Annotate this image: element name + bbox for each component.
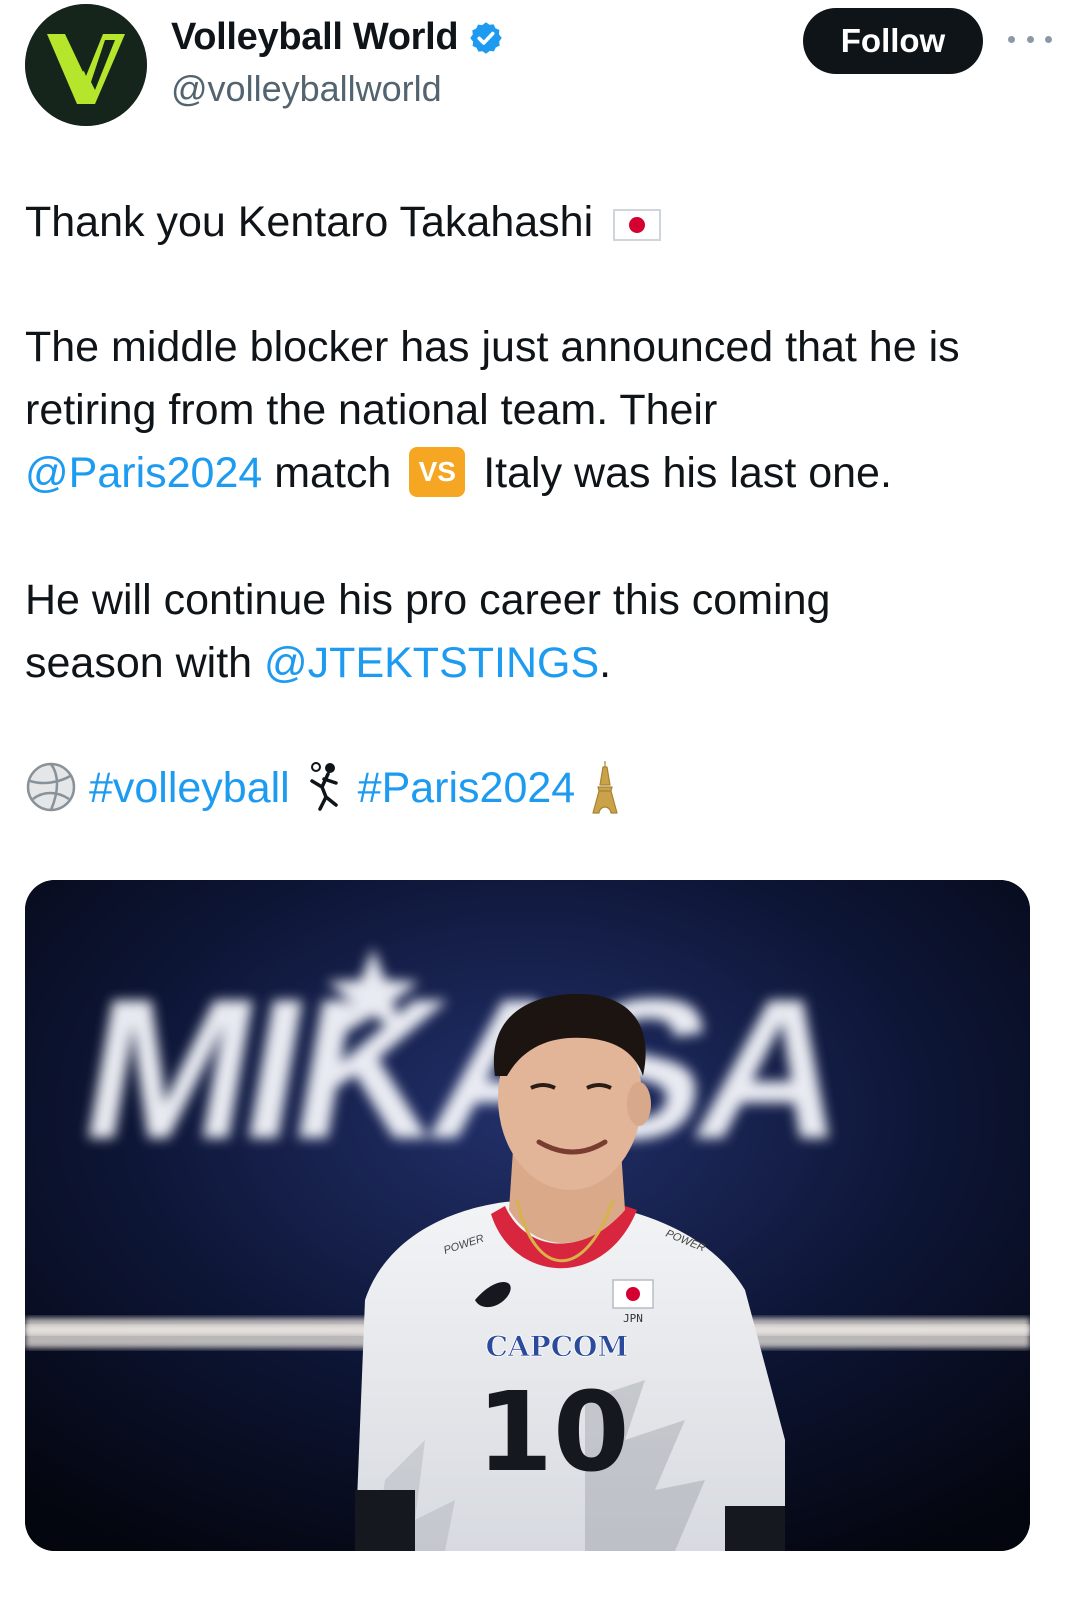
volleyball-player-icon xyxy=(309,761,338,811)
hashtag-line: #volleyball #Paris2024 xyxy=(25,760,623,819)
volleyball-world-logo-icon xyxy=(25,4,147,126)
hashtag-paris2024[interactable]: #Paris2024 xyxy=(358,764,576,812)
tweet-text-line: Thank you Kentaro Takahashi xyxy=(25,196,662,248)
tweet-text: The middle blocker has just announced th… xyxy=(25,323,960,371)
jersey-sponsor: CAPCOM xyxy=(486,1330,629,1363)
tweet-text-line: @Paris2024 match VS Italy was his last o… xyxy=(25,446,892,501)
jersey-number: 10 xyxy=(476,1368,629,1496)
tweet-text-line: He will continue his pro career this com… xyxy=(25,574,830,626)
eiffel-tower-icon xyxy=(592,760,618,814)
follow-button[interactable]: Follow xyxy=(803,8,983,74)
volleyball-icon xyxy=(26,762,76,811)
display-name[interactable]: Volleyball World xyxy=(171,16,504,59)
tweet-text: retiring from the national team. Their xyxy=(25,386,718,434)
avatar[interactable] xyxy=(25,4,147,126)
user-handle[interactable]: @volleyballworld xyxy=(171,68,442,110)
tweet-text: match xyxy=(262,449,404,497)
hashtag-volleyball[interactable]: #volleyball xyxy=(89,764,290,812)
display-name-text: Volleyball World xyxy=(171,16,459,58)
tweet-media-image[interactable]: MIKASA JPN POWER POWER CAPCOM 10 xyxy=(25,880,1030,1551)
verified-badge-icon xyxy=(470,21,503,54)
player-photo: MIKASA JPN POWER POWER CAPCOM 10 xyxy=(25,880,1030,1551)
tweet-text: He will continue his pro career this com… xyxy=(25,576,831,624)
vs-icon: VS xyxy=(409,446,466,497)
tweet-text: Thank you Kentaro Takahashi xyxy=(25,198,594,246)
tweet-text-line: retiring from the national team. Their xyxy=(25,384,717,436)
japan-flag-icon xyxy=(613,208,662,241)
mention-link-paris2024[interactable]: @Paris2024 xyxy=(25,449,262,497)
mention-link-jtektstings[interactable]: @JTEKTSTINGS xyxy=(264,639,599,687)
banner-text: MIKASA xyxy=(68,957,862,1180)
tweet-text: . xyxy=(599,639,612,687)
tweet-text-line: The middle blocker has just announced th… xyxy=(25,321,960,373)
jersey-country: JPN xyxy=(623,1312,643,1325)
tweet-text: Italy was his last one. xyxy=(471,449,892,497)
more-options-icon[interactable] xyxy=(1008,26,1052,52)
tweet-text-line: season with @JTEKTSTINGS. xyxy=(25,637,611,689)
tweet-text: season with xyxy=(25,639,265,687)
